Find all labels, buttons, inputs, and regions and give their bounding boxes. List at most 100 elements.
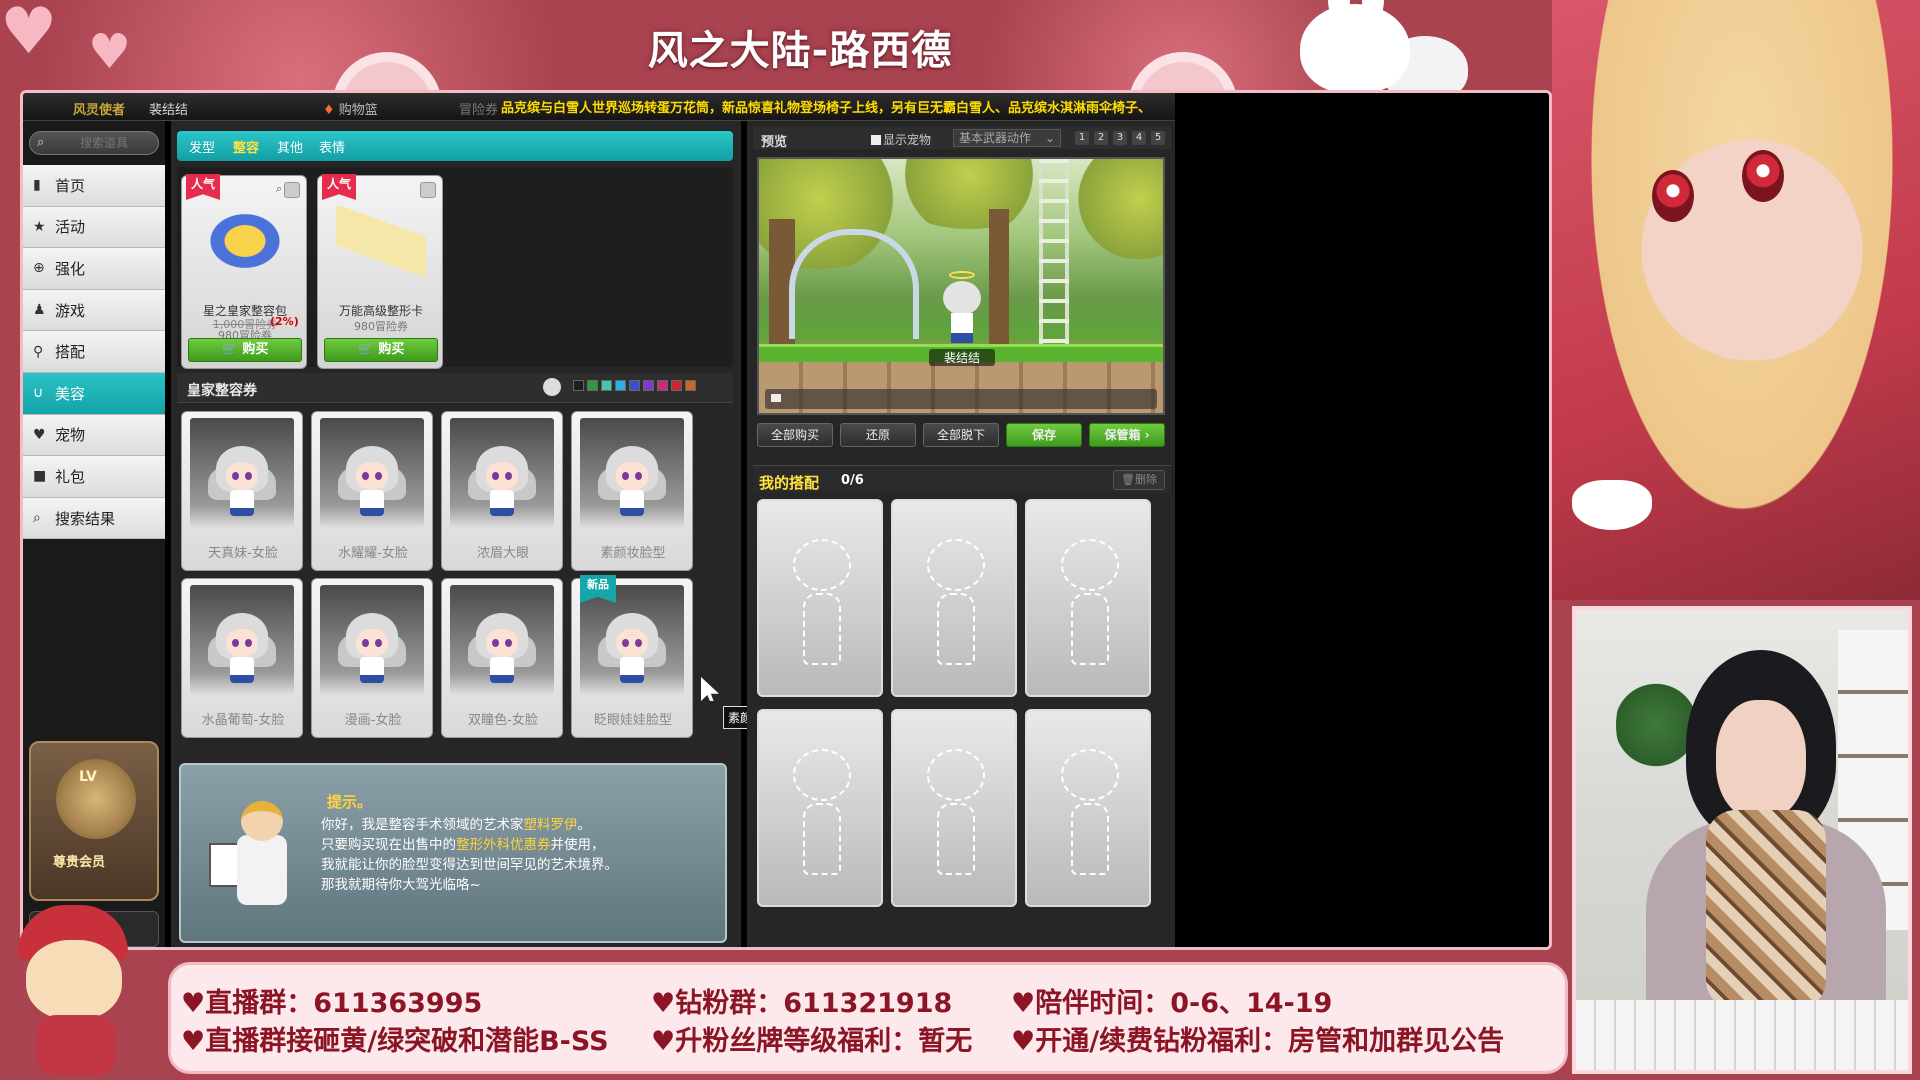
character-body xyxy=(951,313,973,343)
sidebar-item-8[interactable]: ⌕ 搜索结果 xyxy=(23,497,165,540)
style-slot[interactable] xyxy=(1025,709,1151,907)
chat-bar[interactable] xyxy=(765,389,1157,409)
search-box[interactable]: ⌕ xyxy=(29,131,159,155)
preview-page-button[interactable]: 5 xyxy=(1151,131,1165,145)
face-preview-image xyxy=(580,585,684,695)
delete-button[interactable]: 🗑删除 xyxy=(1113,470,1165,490)
face-item-card[interactable]: 天真妹-女脸 xyxy=(181,411,303,571)
silhouette-body xyxy=(937,803,975,875)
avatar-part xyxy=(245,472,252,480)
section-header: 皇家整容券 xyxy=(177,373,733,403)
avatar-part xyxy=(486,462,518,490)
tip-line: 我就能让你的脸型变得达到世间罕见的艺术境界。 xyxy=(321,857,618,873)
search-input[interactable] xyxy=(54,134,154,152)
cart-icon: ♦ xyxy=(323,103,339,118)
cart-button[interactable]: ♦ 购物篮 xyxy=(323,99,378,118)
buy-button[interactable]: 🛒 购买 xyxy=(188,338,302,362)
sidebar-item-4[interactable]: ⚲ 搭配 xyxy=(23,331,165,373)
tip-text: 只要购买现在出售中的 xyxy=(321,837,456,853)
color-swatch[interactable] xyxy=(685,380,696,391)
category-tab[interactable]: 发型 xyxy=(189,137,215,156)
color-swatch[interactable] xyxy=(629,380,640,391)
sidebar-item-5[interactable]: ∪ 美容 xyxy=(23,372,165,415)
silhouette-head xyxy=(793,539,851,591)
favorite-icon[interactable] xyxy=(284,182,300,198)
silhouette-head xyxy=(1061,539,1119,591)
face-item-name: 素颜妆脸型 xyxy=(600,546,666,561)
sidebar-item-1[interactable]: ★ 活动 xyxy=(23,206,165,249)
style-slot[interactable] xyxy=(757,499,883,697)
preview-title: 预览 xyxy=(761,135,788,150)
price: 980冒险券 xyxy=(354,320,408,333)
bow-decoration xyxy=(1572,480,1652,530)
weapon-action-select[interactable]: 基本武器动作 ⌄ xyxy=(953,129,1061,147)
face-item-card[interactable]: 素颜妆脸型 xyxy=(571,411,693,571)
ladder xyxy=(1039,159,1069,349)
stream-title: 风之大陆-路西德 xyxy=(647,28,953,74)
featured-items: 人气 ⌕ 星之皇家整容包 1,000冒险券 (2%) 980冒险券 🛒 购买 人气 万能高级整形… xyxy=(177,167,733,369)
category-tab[interactable]: 其他 xyxy=(277,137,303,156)
hot-badge: 人气 xyxy=(322,174,356,200)
nav-glyph: ∪ xyxy=(33,385,44,402)
streamer-face xyxy=(1716,700,1806,820)
style-slot[interactable] xyxy=(757,709,883,907)
show-pet-checkbox[interactable]: 显示宠物 xyxy=(871,131,931,148)
avatar-part xyxy=(362,639,369,647)
preview-page-button[interactable]: 2 xyxy=(1094,131,1108,145)
color-swatch[interactable] xyxy=(643,380,654,391)
sidebar-item-0[interactable]: ▮ 首页 xyxy=(23,165,165,207)
gender-filter-icon[interactable] xyxy=(543,378,561,396)
face-item-card[interactable]: 水耀耀-女脸 xyxy=(311,411,433,571)
face-preview-image xyxy=(320,585,424,695)
preview-action-button[interactable]: 还原 xyxy=(840,423,916,447)
preview-page-button[interactable]: 3 xyxy=(1113,131,1127,145)
color-swatch[interactable] xyxy=(601,380,612,391)
featured-item-card[interactable]: 人气 ⌕ 星之皇家整容包 1,000冒险券 (2%) 980冒险券 🛒 购买 xyxy=(181,174,307,369)
color-swatch[interactable] xyxy=(615,380,626,391)
face-item-name: 水耀耀-女脸 xyxy=(338,546,408,561)
face-preview-image xyxy=(190,585,294,695)
shop-sidebar: ⌕ ▮ 首页 ★ 活动 ⊕ 强化 ♟ 游戏 ⚲ 搭配 ∪ 美容 ♥ 宠物 ■ 礼包 ⌕ 搜索结果 LV 尊贵会员 xyxy=(23,121,165,947)
favorite-icon[interactable] xyxy=(420,182,436,198)
color-swatch[interactable] xyxy=(657,380,668,391)
preview-action-button[interactable]: 全部脱下 xyxy=(923,423,999,447)
buy-label: 购买 xyxy=(378,342,405,357)
color-swatch[interactable] xyxy=(671,380,682,391)
preview-action-button[interactable]: 全部购买 xyxy=(757,423,833,447)
preview-action-button[interactable]: 保存 xyxy=(1006,423,1082,447)
silhouette-body xyxy=(937,593,975,665)
style-slot[interactable] xyxy=(891,709,1017,907)
category-tab[interactable]: 表情 xyxy=(319,137,345,156)
coupon-tab[interactable]: 冒险券 xyxy=(459,99,498,118)
buy-button[interactable]: 🛒 购买 xyxy=(324,338,438,362)
face-item-card[interactable]: 双瞳色-女脸 xyxy=(441,578,563,738)
sidebar-item-3[interactable]: ♟ 游戏 xyxy=(23,289,165,332)
preview-action-button[interactable]: 保管箱 › xyxy=(1089,423,1165,447)
face-item-card[interactable]: 浓眉大眼 xyxy=(441,411,563,571)
color-swatch[interactable] xyxy=(587,380,598,391)
preview-page-button[interactable]: 1 xyxy=(1075,131,1089,145)
style-slot[interactable] xyxy=(1025,499,1151,697)
game-top-bar: 风灵使者 裴结结 ♦ 购物篮 冒险券 品克缤与白雪人世界巡场转蛋万花筒，新品惊喜… xyxy=(23,93,1175,121)
nav-glyph: ⊕ xyxy=(33,260,45,277)
vip-badge[interactable]: LV 尊贵会员 xyxy=(29,741,159,901)
avatar-part xyxy=(362,472,369,480)
face-item-card[interactable]: 水晶葡萄-女脸 xyxy=(181,578,303,738)
style-slot[interactable] xyxy=(891,499,1017,697)
face-item-card[interactable]: 眨眼娃娃脸型 新品 xyxy=(571,575,693,738)
silhouette-head xyxy=(1061,749,1119,801)
face-item-name: 漫画-女脸 xyxy=(344,713,402,728)
my-style-header: 我的搭配 0/6 🗑删除 xyxy=(753,465,1171,493)
sidebar-item-7[interactable]: ■ 礼包 xyxy=(23,456,165,498)
face-item-card[interactable]: 漫画-女脸 xyxy=(311,578,433,738)
face-preview-image xyxy=(190,418,294,528)
category-tab[interactable]: 整容 xyxy=(233,137,259,156)
sidebar-item-6[interactable]: ♥ 宠物 xyxy=(23,414,165,457)
sidebar-item-2[interactable]: ⊕ 强化 xyxy=(23,248,165,290)
weapon-action-value: 基本武器动作 xyxy=(959,131,1032,145)
avatar-part xyxy=(360,657,384,683)
preview-page-button[interactable]: 4 xyxy=(1132,131,1146,145)
color-swatch[interactable] xyxy=(573,380,584,391)
featured-item-card[interactable]: 人气 万能高级整形卡 980冒险券 🛒 购买 xyxy=(317,174,443,369)
zoom-icon[interactable]: ⌕ xyxy=(276,182,282,196)
